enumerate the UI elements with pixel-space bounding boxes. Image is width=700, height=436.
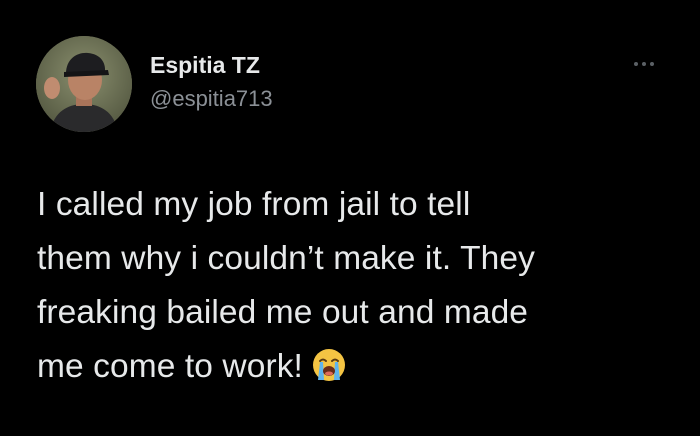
more-dot: [642, 62, 646, 66]
tweet-text-line: them why i couldn’t make it. They: [37, 240, 535, 277]
tweet-card[interactable]: Espitia TZ @espitia713 I called my job f…: [0, 0, 700, 436]
tweet-text-line-last: me come to work!: [37, 340, 677, 394]
tweet-text-line: freaking bailed me out and made: [37, 294, 529, 331]
loudly-crying-face-icon: [311, 347, 347, 383]
more-options-icon[interactable]: [624, 56, 664, 72]
avatar-photo-icon: [36, 36, 132, 132]
more-dot: [650, 62, 654, 66]
display-name[interactable]: Espitia TZ: [150, 52, 260, 79]
tweet-text: I called my job from jail to tell them w…: [37, 178, 677, 394]
more-dot: [634, 62, 638, 66]
user-handle[interactable]: @espitia713: [150, 86, 273, 112]
avatar[interactable]: [36, 36, 132, 132]
tweet-text-line: I called my job from jail to tell: [37, 186, 471, 223]
tweet-text-line: me come to work!: [37, 348, 303, 385]
